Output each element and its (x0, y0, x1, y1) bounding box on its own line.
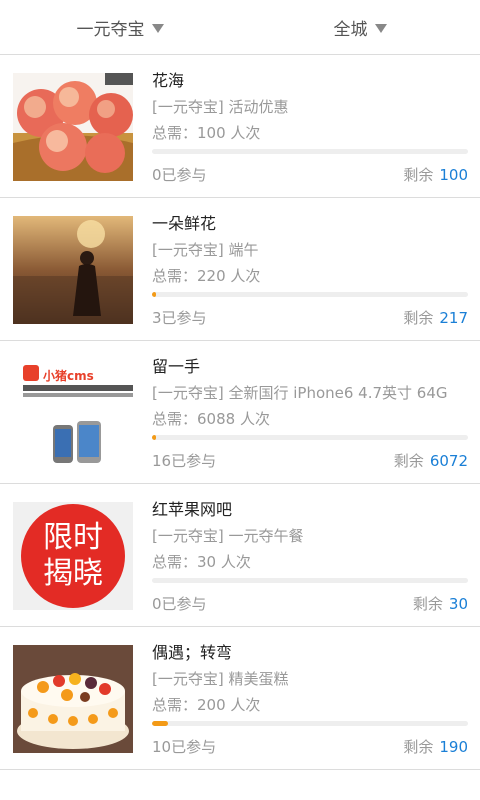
item-desc: [一元夺宝] 全新国行 iPhone6 4.7英寸 64G (152, 384, 448, 402)
item-desc: [一元夺宝] 精美蛋糕 (152, 670, 289, 688)
item-total: 总需：30 人次 (152, 553, 251, 571)
thumb-logo-text: 小猪cms (43, 369, 94, 383)
item-name: 花海 (152, 71, 185, 90)
item-name: 偶遇；转弯 (152, 643, 233, 662)
remain-label: 剩余 (412, 595, 443, 613)
filter-bar: 一元夺宝 全城 (0, 0, 480, 55)
joined-count: 16已参与 (152, 452, 217, 470)
remain-count: 30 (448, 595, 468, 613)
remain-count: 190 (439, 738, 468, 756)
item-name: 留一手 (152, 357, 201, 376)
product-image: 小猪cms (13, 359, 133, 467)
list-item[interactable]: 小猪cms 留一手 [一元夺宝] 全新国行 iPhone6 4.7英寸 64G … (0, 341, 480, 484)
item-desc: [一元夺宝] 端午 (152, 241, 259, 259)
progress-bar (152, 149, 468, 154)
list-item[interactable]: 偶遇；转弯 [一元夺宝] 精美蛋糕 总需：200 人次 10已参与 剩余 190 (0, 627, 480, 770)
progress-fill (152, 292, 157, 297)
joined-count: 3已参与 (152, 309, 207, 327)
remaining: 剩余 190 (403, 736, 468, 758)
product-image: 限时揭晓 (13, 502, 133, 610)
product-image (13, 216, 133, 324)
remaining: 剩余 6072 (394, 450, 468, 472)
list-item[interactable]: 花海 [一元夺宝] 活动优惠 总需：100 人次 0已参与 剩余 100 (0, 55, 480, 198)
thumb-badge-text: 限时揭晓 (43, 520, 103, 591)
joined-count: 0已参与 (152, 595, 207, 613)
remain-label: 剩余 (403, 166, 434, 184)
remain-count: 217 (439, 309, 468, 327)
filter-area-label: 全城 (333, 19, 368, 40)
progress-fill (152, 435, 156, 440)
remain-count: 100 (439, 166, 468, 184)
progress-bar (152, 578, 468, 583)
filter-category[interactable]: 一元夺宝 (0, 0, 240, 54)
item-name: 一朵鲜花 (152, 214, 217, 233)
progress-bar (152, 435, 468, 440)
remain-label: 剩余 (403, 738, 434, 756)
item-total: 总需：220 人次 (152, 267, 261, 285)
joined-count: 0已参与 (152, 166, 207, 184)
remain-label: 剩余 (403, 309, 434, 327)
progress-fill (152, 721, 168, 726)
item-total: 总需：100 人次 (152, 124, 261, 142)
progress-bar (152, 721, 468, 726)
product-image (13, 73, 133, 181)
triangle-down-icon (151, 23, 164, 33)
filter-area[interactable]: 全城 (240, 0, 480, 54)
item-desc: [一元夺宝] 一元夺午餐 (152, 527, 304, 545)
item-name: 红苹果网吧 (152, 500, 233, 519)
item-total: 总需：200 人次 (152, 696, 261, 714)
list-item[interactable]: 一朵鲜花 [一元夺宝] 端午 总需：220 人次 3已参与 剩余 217 (0, 198, 480, 341)
remaining: 剩余 217 (403, 307, 468, 329)
item-desc: [一元夺宝] 活动优惠 (152, 98, 289, 116)
remain-label: 剩余 (393, 452, 424, 470)
triangle-down-icon (374, 23, 387, 33)
item-total: 总需：6088 人次 (152, 410, 270, 428)
progress-bar (152, 292, 468, 297)
filter-category-label: 一元夺宝 (76, 19, 145, 40)
joined-count: 10已参与 (152, 738, 217, 756)
remain-count: 6072 (429, 452, 468, 470)
remaining: 剩余 30 (413, 593, 468, 615)
product-image (13, 645, 133, 753)
list-item[interactable]: 限时揭晓 红苹果网吧 [一元夺宝] 一元夺午餐 总需：30 人次 0已参与 剩余… (0, 484, 480, 627)
remaining: 剩余 100 (403, 164, 468, 186)
